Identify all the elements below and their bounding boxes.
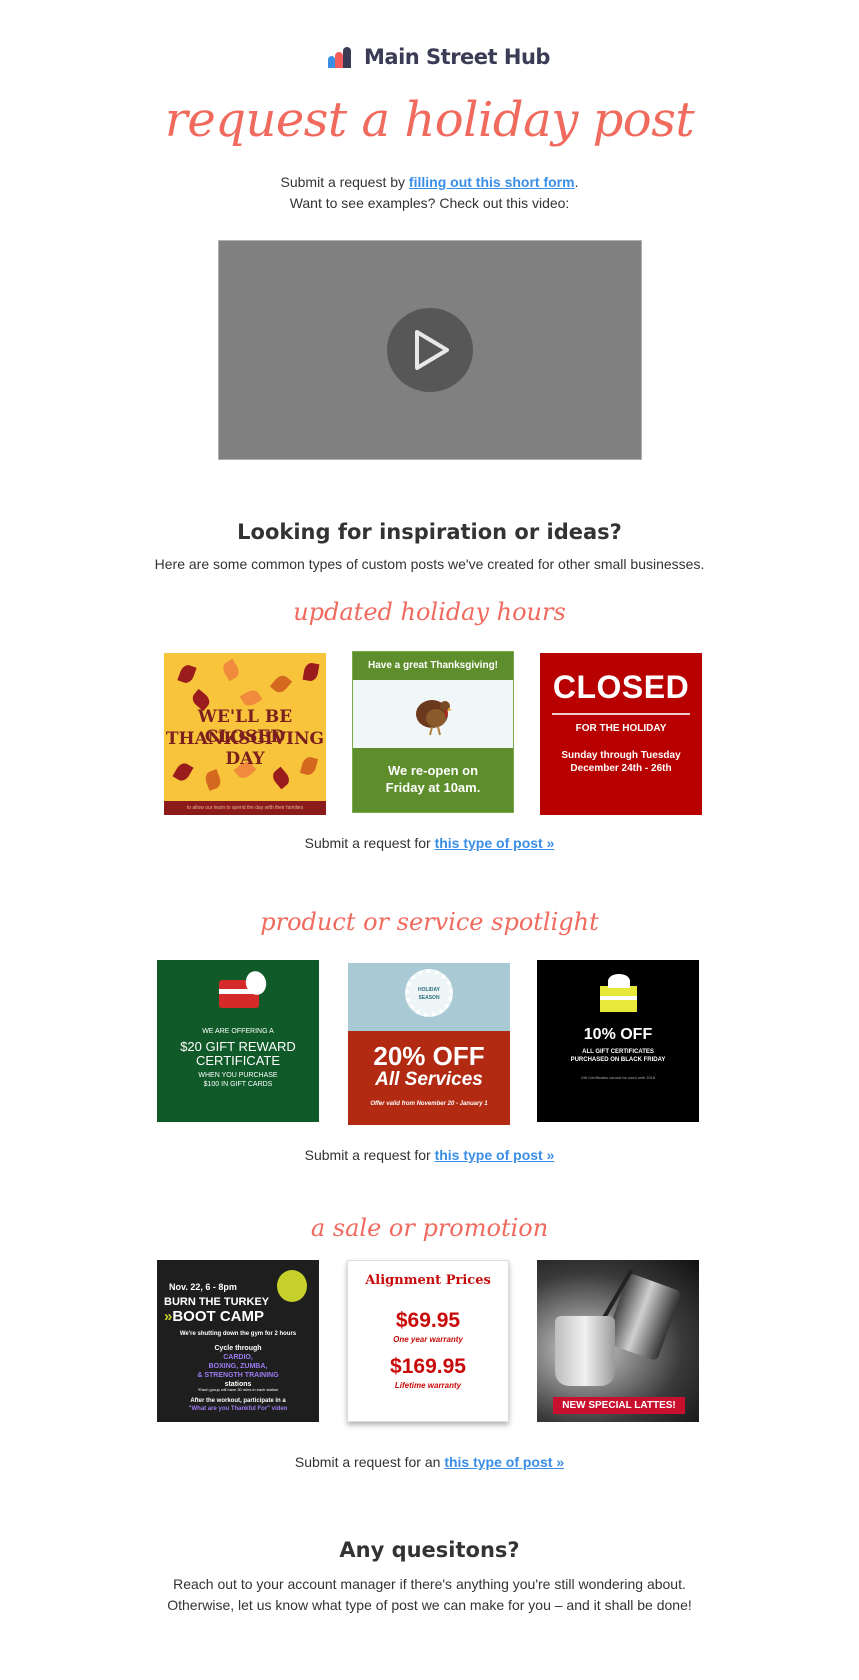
play-icon: [415, 330, 449, 370]
image-text: BOXING, ZUMBA,: [208, 1363, 268, 1370]
image-text: CARDIO,: [223, 1354, 253, 1361]
image-text: NEW SPECIAL LATTES!: [553, 1397, 685, 1414]
questions-line: Reach out to your account manager if the…: [173, 1576, 686, 1592]
image-text: CLOSED: [552, 669, 690, 705]
image-text: BURN THE TURKEY: [164, 1296, 270, 1308]
request-line-holiday-hours: Submit a request for this type of post »: [0, 835, 859, 851]
example-image-20-off: HOLIDAY SEASON 20% OFF All Services Offe…: [348, 963, 510, 1125]
image-text: Friday at 10am.: [385, 780, 481, 795]
image-text: PURCHASED ON BLACK FRIDAY: [570, 1057, 666, 1063]
intro-text: Submit a request by filling out this sho…: [0, 172, 859, 214]
request-link-holiday-hours[interactable]: this type of post »: [435, 835, 555, 851]
request-prefix: Submit a request for an: [294, 1454, 445, 1470]
milk-pitcher-graphic: [604, 1272, 682, 1362]
inspiration-title: Looking for inspiration or ideas?: [237, 520, 622, 544]
image-text: Alignment Prices: [365, 1273, 491, 1288]
intro-prefix: Submit a request by: [280, 174, 409, 190]
image-footer: to allow our team to spend the day with …: [164, 801, 326, 815]
image-text: $169.95: [390, 1355, 466, 1378]
request-prefix: Submit a request for: [304, 1147, 435, 1163]
image-text: WHEN YOU PURCHASE: [198, 1072, 278, 1079]
image-text: We're shutting down the gym for 2 hours: [179, 1331, 297, 1337]
short-form-link[interactable]: filling out this short form: [409, 174, 575, 190]
image-text: SEASON: [418, 995, 440, 1001]
play-button[interactable]: [387, 308, 473, 392]
image-text: One year warranty: [393, 1335, 463, 1344]
image-text: 10% OFF: [583, 1026, 653, 1043]
image-text: "What are you Thankful For" video: [188, 1406, 288, 1412]
wreath-icon: HOLIDAY SEASON: [405, 969, 453, 1017]
image-text: All Services: [375, 1069, 483, 1090]
image-text: $20 GIFT REWARD: [180, 1039, 296, 1054]
image-text-block: We re-open on Friday at 10am.: [353, 748, 513, 812]
example-image-closed-holiday: CLOSED FOR THE HOLIDAY Sunday through Tu…: [540, 653, 702, 815]
example-image-alignment-prices: Alignment Prices $69.95 One year warrant…: [347, 1260, 509, 1422]
request-link-sale[interactable]: this type of post »: [444, 1454, 564, 1470]
image-text: BOOT CAMP: [172, 1308, 265, 1325]
image-text: 20% OFF: [373, 1041, 485, 1071]
section-title-sale: a sale or promotion: [310, 1214, 549, 1242]
questions-title: Any quesitons?: [339, 1538, 520, 1562]
turkey-icon: [416, 700, 452, 736]
brand-logo[interactable]: Main Street Hub: [328, 44, 550, 70]
example-image-gift-reward: WE ARE OFFERING A $20 GIFT REWARD CERTIF…: [157, 960, 319, 1122]
request-link-spotlight[interactable]: this type of post »: [435, 1147, 555, 1163]
image-text-block: ALL GIFT CERTIFICATES PURCHASED ON BLACK…: [537, 1048, 699, 1064]
image-text: Sunday through Tuesday: [561, 750, 681, 761]
request-line-sale: Submit a request for an this type of pos…: [0, 1454, 859, 1470]
image-text: HOLIDAY: [417, 987, 441, 993]
example-image-10-off: 10% OFF ALL GIFT CERTIFICATES PURCHASED …: [537, 960, 699, 1122]
image-text-block: $20 GIFT REWARD CERTIFICATE: [157, 1040, 319, 1068]
image-text: Cycle through: [214, 1345, 262, 1352]
image-text: CERTIFICATE: [195, 1053, 281, 1068]
image-text: Nov. 22, 6 - 8pm: [169, 1282, 237, 1292]
intro-suffix: .: [574, 174, 579, 190]
section-title-spotlight: product or service spotlight: [260, 908, 599, 936]
request-line-spotlight: Submit a request for this type of post »: [0, 1147, 859, 1163]
image-text-block: After the workout, participate in a "Wha…: [157, 1397, 319, 1413]
divider: [552, 713, 690, 715]
example-image-great-thanksgiving: Have a great Thanksgiving! We re-open on…: [352, 651, 514, 813]
logo-bars-icon: [328, 46, 354, 68]
request-prefix: Submit a request for: [304, 835, 435, 851]
page-headline: request a holiday post: [164, 92, 695, 148]
inspiration-subtitle: Here are some common types of custom pos…: [154, 556, 705, 572]
image-text: After the workout, participate in a: [190, 1398, 286, 1404]
image-text-block: Sunday through Tuesday December 24th - 2…: [540, 749, 702, 775]
image-text: FOR THE HOLIDAY: [575, 723, 667, 734]
gift-box-icon: [600, 974, 637, 1012]
example-image-lattes: NEW SPECIAL LATTES!: [537, 1260, 699, 1422]
image-text: December 24th - 26th: [570, 763, 672, 774]
intro-video-line: Want to see examples? Check out this vid…: [289, 195, 570, 211]
image-text-row: »BOOT CAMP: [164, 1308, 319, 1325]
questions-text: Reach out to your account manager if the…: [0, 1574, 859, 1616]
section-title-holiday-hours: updated holiday hours: [293, 598, 566, 626]
image-text-block: WHEN YOU PURCHASE $100 IN GIFT CARDS: [157, 1071, 319, 1089]
image-text: Offer valid from November 20 - January 1: [370, 1101, 488, 1107]
image-text: *Each group will have 30 mins in each st…: [197, 1387, 279, 1392]
example-video[interactable]: [218, 240, 642, 460]
image-text: $69.95: [395, 1309, 461, 1332]
brand-name: Main Street Hub: [364, 45, 550, 69]
offer-panel: 20% OFF All Services Offer valid from No…: [348, 1031, 510, 1125]
cup-graphic: [555, 1316, 615, 1386]
image-text: $100 IN GIFT CARDS: [203, 1081, 273, 1088]
image-text: & STRENGTH TRAINING: [197, 1372, 279, 1379]
image-text: We re-open on: [387, 763, 479, 778]
image-text: THANKSGIVING DAY: [165, 729, 325, 769]
image-text: Have a great Thanksgiving!: [353, 652, 513, 680]
example-image-boot-camp: Nov. 22, 6 - 8pm BURN THE TURKEY »BOOT C…: [157, 1260, 319, 1422]
questions-line: Otherwise, let us know what type of post…: [167, 1597, 692, 1613]
image-text: ALL GIFT CERTIFICATES: [582, 1049, 654, 1055]
image-text-block: Cycle through CARDIO, BOXING, ZUMBA, & S…: [157, 1344, 319, 1389]
example-image-thanksgiving-closed: WE'LL BE CLOSED THANKSGIVING DAY to allo…: [164, 653, 326, 815]
image-text: WE ARE OFFERING A: [202, 1028, 274, 1035]
image-text: Gift Certificates cannot be used until 2…: [580, 1075, 656, 1080]
image-text: Lifetime warranty: [394, 1381, 462, 1390]
